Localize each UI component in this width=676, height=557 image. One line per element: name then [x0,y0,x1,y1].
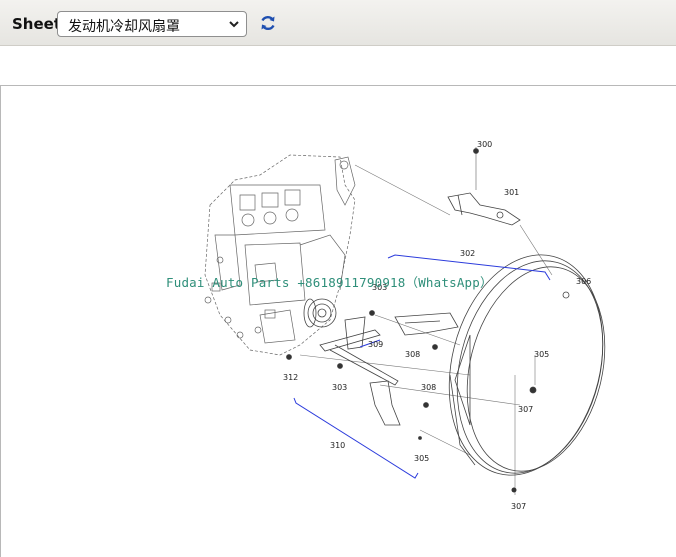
callout-301: 301 [504,188,519,197]
support-struts [286,310,459,440]
callouts: 300 301 302 303 306 309 308 305 312 303 … [283,140,591,511]
exploded-parts-diagram: 300 301 302 303 306 309 308 305 312 303 … [204,140,606,511]
refresh-icon[interactable] [259,14,277,32]
callout-305-right: 305 [534,350,549,359]
callout-307-bottom: 307 [511,502,526,511]
bolt-307 [511,487,517,493]
callout-306: 306 [576,277,591,286]
callout-302: 302 [460,249,475,258]
callout-307-mid: 307 [518,405,533,414]
watermark-text: Fudai Auto Parts +8618911790918（WhatsApp… [166,275,493,290]
upper-bracket [447,147,521,226]
sheet-select[interactable]: 发动机冷却风扇罩 [57,11,247,37]
sheet-select-value: 发动机冷却风扇罩 [68,19,180,35]
sheet-label: Sheet [12,15,61,33]
engine-block [204,154,356,356]
callout-312: 312 [283,373,298,382]
callout-303-bottom: 303 [332,383,347,392]
callout-300: 300 [477,140,492,149]
fan-pulley [303,298,337,328]
callout-310: 310 [330,441,345,450]
callout-309: 309 [368,340,383,349]
toolbar: Sheet 发动机冷却风扇罩 [0,0,676,46]
callout-308-bottom: 308 [421,383,436,392]
callout-308-top: 308 [405,350,420,359]
callout-305-bottom: 305 [414,454,429,463]
chevron-down-icon [229,21,239,28]
